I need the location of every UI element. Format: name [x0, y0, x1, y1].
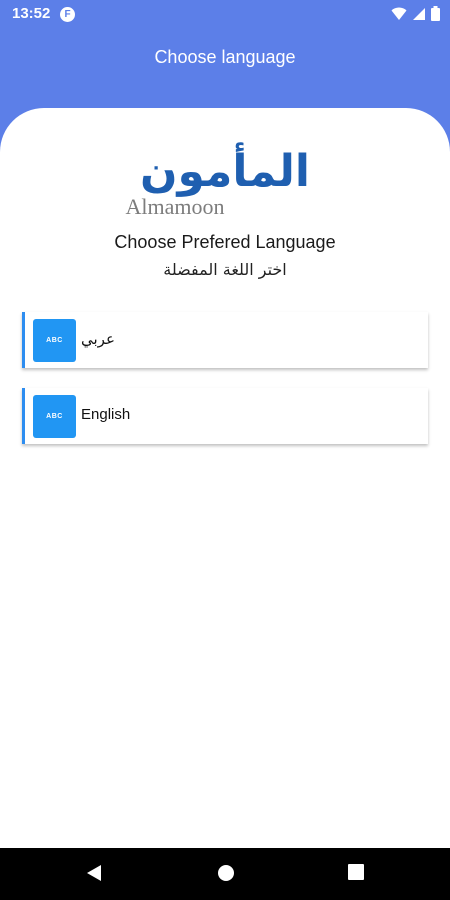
signal-icon: [413, 7, 425, 20]
wifi-icon: [391, 7, 407, 20]
language-option-english[interactable]: ABC English: [22, 388, 428, 444]
page-heading: Choose Prefered Language: [114, 232, 336, 252]
page-subheading-arabic: اختر اللغة المفضلة: [163, 260, 287, 279]
home-icon[interactable]: [217, 864, 235, 882]
abc-badge-text: ABC: [46, 413, 63, 420]
logo-arabic-text: المأمون: [140, 142, 310, 197]
logo-latin-text: Almamoon: [126, 194, 225, 219]
language-option-arabic[interactable]: ABC عربي: [22, 312, 428, 368]
language-label-english: English: [81, 406, 131, 423]
abc-icon: ABC: [33, 319, 76, 362]
language-label-arabic: عربي: [81, 331, 115, 348]
status-time: 13:52: [12, 5, 51, 22]
notification-app-icon: F: [60, 7, 75, 22]
abc-icon: ABC: [33, 395, 76, 438]
abc-badge-text: ABC: [46, 337, 63, 344]
system-nav-bar: [0, 848, 450, 900]
back-icon[interactable]: [86, 864, 102, 882]
status-bar: 13:52 F: [0, 0, 450, 28]
content-card: المأمون Almamoon Choose Prefered Languag…: [0, 108, 450, 848]
header-title: Choose language: [154, 47, 296, 67]
status-icons: [391, 6, 440, 21]
almamoon-logo: المأمون Almamoon: [126, 142, 311, 219]
recents-icon[interactable]: [348, 864, 364, 880]
battery-icon: [431, 6, 440, 21]
